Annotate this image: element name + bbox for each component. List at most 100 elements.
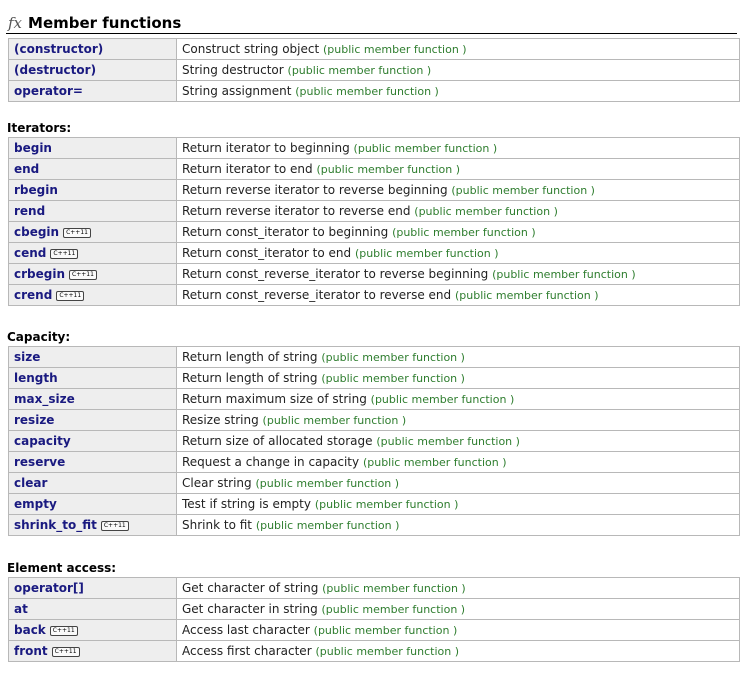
member-description: Construct string object (182, 42, 320, 56)
member-link[interactable]: rbegin (14, 183, 58, 197)
member-description: Return const_reverse_iterator to reverse… (182, 267, 489, 281)
member-description: Access last character (182, 623, 310, 637)
member-description-cell: Get character of string (public member f… (176, 577, 740, 599)
member-name-cell: shrink_to_fit C++11 (8, 514, 177, 536)
member-link[interactable]: clear (14, 476, 47, 490)
member-description: Shrink to fit (182, 518, 252, 532)
table-row: shrink_to_fit C++11 Shrink to fit (public … (8, 514, 740, 536)
member-description: Return reverse iterator to reverse end (182, 204, 411, 218)
table-row: empty Test if string is empty (public mem… (8, 493, 740, 515)
member-link[interactable]: (destructor) (14, 63, 96, 77)
member-kind-label: (public member function ) (313, 624, 458, 637)
member-kind-label: (public member function ) (255, 477, 400, 490)
table-row: rbegin Return reverse iterator to reverse… (8, 179, 740, 201)
member-description: Clear string (182, 476, 252, 490)
member-description: Return const_iterator to beginning (182, 225, 389, 239)
member-description: Resize string (182, 413, 259, 427)
member-description-cell: Return iterator to end (public member fu… (176, 158, 740, 180)
cpp11-badge-icon: C++11 (69, 269, 97, 280)
member-kind-label: (public member function ) (321, 372, 465, 385)
member-kind-label: (public member function ) (354, 247, 499, 260)
member-link[interactable]: crbegin (14, 267, 65, 281)
member-description: Return length of string (182, 350, 318, 364)
table-row: crend C++11 Return const_reverse_iterator … (8, 284, 740, 306)
member-link[interactable]: at (14, 602, 28, 616)
member-link[interactable]: (constructor) (14, 42, 103, 56)
table-row: end Return iterator to end (public member… (8, 158, 740, 180)
member-link[interactable]: empty (14, 497, 57, 511)
member-name-cell: clear (8, 472, 177, 494)
table-row: reserve Request a change in capacity (pub… (8, 451, 740, 473)
member-link[interactable]: reserve (14, 455, 65, 469)
member-name-cell: crbegin C++11 (8, 263, 177, 285)
member-description-cell: Test if string is empty (public member f… (176, 493, 740, 515)
member-description-cell: Return size of allocated storage (public… (176, 430, 740, 452)
member-name-cell: size (8, 346, 177, 368)
capacity-table: size Return length of string (public memb… (8, 346, 740, 536)
member-name-cell: back C++11 (8, 619, 177, 641)
member-kind-label: (public member function ) (376, 435, 520, 448)
member-kind-label: (public member function ) (353, 142, 498, 155)
member-name-cell: (constructor) (8, 38, 177, 60)
member-description: Return length of string (182, 371, 318, 385)
member-description: Get character in string (182, 602, 318, 616)
member-link[interactable]: cbegin (14, 225, 59, 239)
table-row: at Get character in string (public member… (8, 598, 740, 620)
member-name-cell: reserve (8, 451, 177, 473)
member-kind-label: (public member function ) (323, 43, 467, 56)
member-link[interactable]: size (14, 350, 40, 364)
member-name-cell: operator= (8, 80, 177, 102)
member-link[interactable]: shrink_to_fit (14, 518, 97, 532)
member-link[interactable]: capacity (14, 434, 71, 448)
member-description-cell: Construct string object (public member f… (176, 38, 740, 60)
member-link[interactable]: operator= (14, 84, 83, 98)
member-name-cell: (destructor) (8, 59, 177, 81)
member-link[interactable]: cend (14, 246, 46, 260)
member-link[interactable]: max_size (14, 392, 75, 406)
table-row: back C++11 Access last character (public m… (8, 619, 740, 641)
member-description-cell: Return length of string (public member f… (176, 367, 740, 389)
member-description-cell: Return length of string (public member f… (176, 346, 740, 368)
table-row: max_size Return maximum size of string (p… (8, 388, 740, 410)
table-row: operator[] Get character of string (publi… (8, 577, 740, 599)
member-name-cell: at (8, 598, 177, 620)
member-name-cell: end (8, 158, 177, 180)
page: fx Member functions (constructor) Constru… (0, 0, 756, 679)
member-link[interactable]: length (14, 371, 58, 385)
member-description-cell: Return reverse iterator to reverse end (… (176, 200, 740, 222)
member-kind-label: (public member function ) (414, 205, 558, 218)
member-kind-label: (public member function ) (451, 184, 595, 197)
member-link[interactable]: back (14, 623, 46, 637)
member-description-cell: Shrink to fit (public member function ) (176, 514, 740, 536)
member-kind-label: (public member function ) (314, 498, 459, 511)
member-kind-label: (public member function ) (255, 519, 400, 532)
member-name-cell: cend C++11 (8, 242, 177, 264)
member-link[interactable]: end (14, 162, 39, 176)
element-access-table: operator[] Get character of string (publi… (8, 577, 740, 662)
member-description-cell: Return const_iterator to end (public mem… (176, 242, 740, 264)
table-row: (destructor) String destructor (public me… (8, 59, 740, 81)
member-description: String destructor (182, 63, 284, 77)
member-description-cell: String destructor (public member functio… (176, 59, 740, 81)
capacity-title: Capacity: (7, 330, 71, 344)
member-description: Return iterator to end (182, 162, 313, 176)
member-description: Return reverse iterator to reverse begin… (182, 183, 448, 197)
member-description-cell: Get character in string (public member f… (176, 598, 740, 620)
iterators-table: begin Return iterator to beginning (publi… (8, 137, 740, 306)
member-name-cell: operator[] (8, 577, 177, 599)
member-description-cell: Request a change in capacity (public mem… (176, 451, 740, 473)
member-link[interactable]: operator[] (14, 581, 84, 595)
member-name-cell: capacity (8, 430, 177, 452)
member-description-cell: Return const_reverse_iterator to reverse… (176, 284, 740, 306)
member-link[interactable]: front (14, 644, 48, 658)
member-link[interactable]: crend (14, 288, 52, 302)
member-description-cell: Return const_iterator to beginning (publ… (176, 221, 740, 243)
member-link[interactable]: begin (14, 141, 52, 155)
member-kind-label: (public member function ) (262, 414, 407, 427)
member-kind-label: (public member function ) (362, 456, 507, 469)
member-description: String assignment (182, 84, 292, 98)
cpp11-badge-icon: C++11 (49, 625, 78, 636)
member-link[interactable]: resize (14, 413, 54, 427)
member-description-cell: Return maximum size of string (public me… (176, 388, 740, 410)
member-link[interactable]: rend (14, 204, 45, 218)
